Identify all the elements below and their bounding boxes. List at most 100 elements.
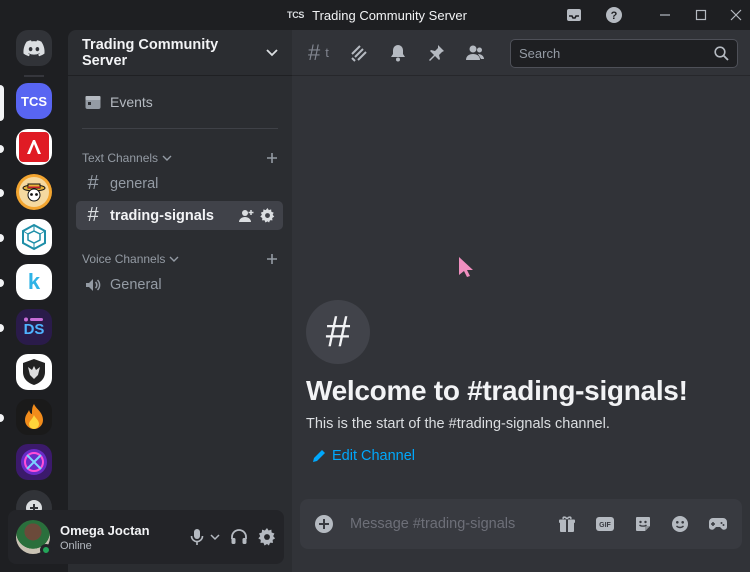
window-title: TCS Trading Community Server [287,6,467,24]
close-icon[interactable] [726,5,746,25]
server-one-piece[interactable] [16,174,52,210]
purple-portal-icon [21,449,47,475]
online-status-dot [40,544,52,556]
server-ds[interactable]: DS [16,309,52,345]
channel-general-label: general [110,175,159,192]
bell-icon[interactable] [389,44,407,62]
server-tcs[interactable]: TCS [16,83,52,119]
server-ds-label: DS [23,321,45,338]
mouse-cursor-icon [459,257,473,277]
server-fire[interactable] [16,399,52,435]
chevron-down-icon [162,155,172,161]
search-placeholder: Search [519,46,561,61]
pin-icon[interactable] [427,44,445,62]
category-voice-label: Voice Channels [82,252,166,266]
unread-pip [0,414,4,422]
straw-hat-skull-icon [19,177,49,207]
edit-channel-link[interactable]: Edit Channel [312,448,415,464]
unread-pip [0,234,4,242]
channel-voice-general[interactable]: General [76,270,283,299]
server-k-label: k [27,269,41,294]
header-channel-truncated: t [325,45,329,60]
server-red-logo[interactable] [16,129,52,165]
user-settings-gear-icon[interactable] [258,528,276,546]
unread-pip [0,324,4,332]
svg-text:?: ? [611,10,618,22]
server-header[interactable]: Trading Community Server [68,30,292,76]
unread-pip [0,189,4,197]
user-panel: Omega Joctan Online [8,510,284,564]
header-channel-name[interactable]: # t [308,40,329,66]
hashtag-icon: # [87,204,99,226]
chevron-down-icon[interactable] [210,533,220,541]
gear-icon[interactable] [260,208,275,223]
chevron-down-icon [169,256,179,262]
category-voice-channels[interactable]: Voice Channels [82,250,278,268]
invite-members-icon[interactable] [238,209,254,223]
server-rail: TCS k DS [0,30,68,572]
main-chat-area: # t Search # Welcome to #trading-signals… [292,30,750,572]
category-text-label: Text Channels [82,151,159,165]
channel-sidebar: Trading Community Server Events Text Cha… [68,30,292,572]
svg-text:GIF: GIF [599,522,611,529]
unread-pip [0,279,4,287]
red-logo-icon [19,132,49,162]
events-button[interactable]: Events [76,86,284,118]
game-controller-icon[interactable] [708,516,728,532]
channel-trading-signals-label: trading-signals [110,207,214,224]
active-server-pip [0,85,4,121]
members-icon[interactable] [465,44,485,62]
discord-home-icon[interactable] [16,30,52,66]
channel-trading-signals[interactable]: # trading-signals [76,201,283,230]
message-composer[interactable]: Message #trading-signals GIF [300,499,742,549]
user-name: Omega Joctan [60,522,150,538]
gif-icon[interactable]: GIF [595,516,615,532]
welcome-subtitle: This is the start of the #trading-signal… [306,416,610,432]
threads-icon[interactable] [349,43,369,63]
avatar[interactable] [16,520,52,556]
server-name: Trading Community Server [82,36,219,69]
server-cube[interactable] [16,219,52,255]
add-voice-channel-icon[interactable] [266,253,278,265]
flame-icon [25,404,43,429]
speaker-icon [86,278,101,291]
gift-icon[interactable] [558,515,576,533]
wolf-shield-icon [23,359,45,385]
pencil-icon [313,450,325,462]
server-purple[interactable] [16,444,52,480]
search-input[interactable]: Search [510,39,738,68]
maximize-icon[interactable] [691,5,711,25]
category-text-channels[interactable]: Text Channels [82,149,278,167]
channel-general[interactable]: # general [76,169,283,198]
headphones-icon[interactable] [230,528,248,546]
cube-network-icon [22,223,46,251]
unread-pip [0,145,4,153]
channel-voice-general-label: General [110,276,162,293]
search-icon [714,46,729,61]
inbox-icon[interactable] [564,5,584,25]
events-label: Events [110,94,153,110]
user-status: Online [60,539,92,552]
user-info[interactable]: Omega Joctan Online [60,523,150,552]
help-icon[interactable]: ? [604,5,624,25]
hashtag-icon: # [87,172,99,194]
add-text-channel-icon[interactable] [266,152,278,164]
rail-divider [24,75,44,77]
calendar-icon [85,96,101,109]
title-text: Trading Community Server [312,7,467,23]
server-shield[interactable] [16,354,52,390]
message-input[interactable]: Message #trading-signals [350,516,558,532]
title-server-badge: TCS [287,10,305,20]
minimize-icon[interactable] [655,5,675,25]
header-hashtag-icon: # [308,39,321,65]
sidebar-divider [82,128,278,129]
title-bar: TCS Trading Community Server ? [0,0,750,30]
emoji-icon[interactable] [671,515,689,533]
microphone-icon[interactable] [190,528,204,546]
server-tcs-label: TCS [21,93,47,109]
edit-channel-label: Edit Channel [332,448,416,464]
sticker-icon[interactable] [634,515,652,533]
add-attachment-icon[interactable] [314,514,334,534]
server-k[interactable]: k [16,264,52,300]
welcome-title: Welcome to #trading-signals! [306,375,688,406]
